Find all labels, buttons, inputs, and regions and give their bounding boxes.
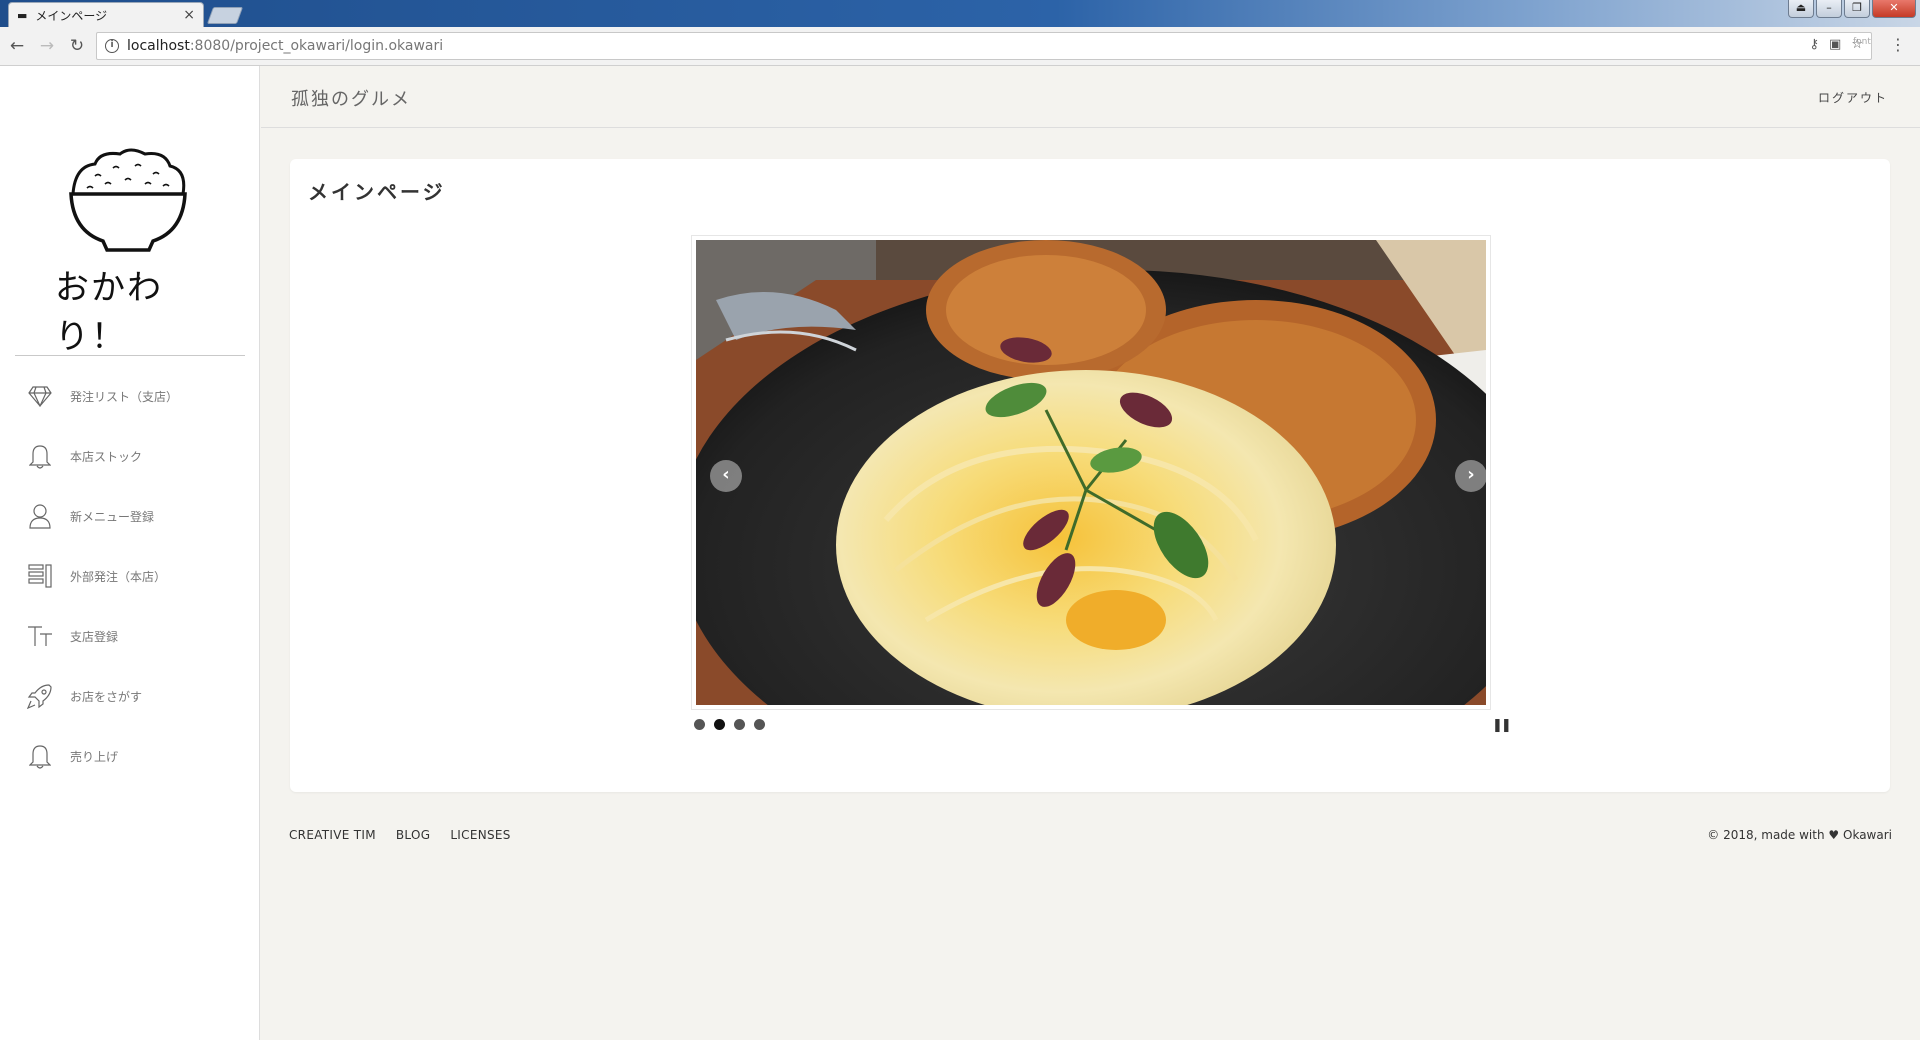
browser-titlebar: ▬ メインページ × ⏏ – ❐ ✕ xyxy=(0,0,1920,27)
rice-bowl-icon xyxy=(69,148,187,252)
page-title: メインページ xyxy=(308,180,446,204)
copyright-suffix: Okawari xyxy=(1843,828,1892,842)
sidebar-divider xyxy=(15,355,245,356)
navbar-brand[interactable]: 孤独のグルメ xyxy=(291,85,411,111)
bell-icon xyxy=(26,442,54,470)
copyright: © 2018, made with ♥ Okawari xyxy=(1707,828,1892,842)
sidebar-item-new-menu[interactable]: 新メニュー登録 xyxy=(0,486,260,546)
browser-toolbar: ← → ↻ i localhost:8080/project_okawari/l… xyxy=(0,27,1920,66)
translate-icon[interactable]: ▣ xyxy=(1829,37,1841,52)
tab-title: メインページ xyxy=(35,8,108,23)
list-icon xyxy=(26,562,54,590)
key-icon[interactable]: ⚷ xyxy=(1810,37,1820,52)
carousel-indicator[interactable] xyxy=(694,719,705,730)
footer-link-licenses[interactable]: LICENSES xyxy=(450,828,510,842)
copyright-prefix: © 2018, made with xyxy=(1707,828,1825,842)
close-window-button[interactable]: ✕ xyxy=(1872,0,1916,18)
rocket-icon xyxy=(26,682,54,710)
sidebar-item-order-list[interactable]: 発注リスト（支店） xyxy=(0,366,260,426)
info-icon[interactable]: i xyxy=(105,39,119,53)
main-card: メインページ ‹ › ❚❚ xyxy=(290,159,1890,792)
logo-text: おかわり！ xyxy=(55,268,163,357)
footer: CREATIVE TIM BLOG LICENSES © 2018, made … xyxy=(289,828,1892,848)
sidebar-nav: 発注リスト（支店） 本店ストック 新メニュー登録 外部発注（本店） 支店登録 お… xyxy=(0,366,260,786)
app-logo[interactable]: おかわり！ xyxy=(55,146,215,358)
back-button[interactable]: ← xyxy=(4,33,30,59)
carousel-slide-image: ‹ › xyxy=(696,240,1486,705)
sidebar-item-label: 本店ストック xyxy=(70,449,143,464)
mustache-favicon-icon: ▬ xyxy=(17,8,28,22)
sidebar-item-find-store[interactable]: お店をさがす xyxy=(0,666,260,726)
sidebar-item-main-stock[interactable]: 本店ストック xyxy=(0,426,260,486)
carousel-indicator[interactable] xyxy=(754,719,765,730)
forward-button[interactable]: → xyxy=(34,33,60,59)
user-icon[interactable]: ⏏ xyxy=(1788,0,1814,18)
carousel-indicators xyxy=(694,719,765,730)
sidebar: おかわり！ 発注リスト（支店） 本店ストック 新メニュー登録 外部発注（本店） xyxy=(0,66,260,1040)
sidebar-item-external-order[interactable]: 外部発注（本店） xyxy=(0,546,260,606)
carousel-indicator-active[interactable] xyxy=(714,719,725,730)
url-host: localhost xyxy=(127,38,190,54)
tab-close-button[interactable]: × xyxy=(183,7,195,23)
minimize-button[interactable]: – xyxy=(1816,0,1842,18)
sidebar-item-sales[interactable]: 売り上げ xyxy=(0,726,260,786)
heart-icon: ♥ xyxy=(1828,828,1840,842)
logout-link[interactable]: ログアウト xyxy=(1818,89,1888,106)
bell-icon xyxy=(26,742,54,770)
new-tab-button[interactable] xyxy=(206,7,244,24)
top-navbar: 孤独のグルメ ログアウト xyxy=(261,66,1920,128)
sidebar-item-label: お店をさがす xyxy=(70,689,143,704)
main-panel: 孤独のグルメ ログアウト メインページ ‹ › ❚❚ CREATIVE TIM … xyxy=(261,66,1920,1040)
sidebar-item-label: 支店登録 xyxy=(70,629,119,644)
omurice-katsu-photo xyxy=(696,240,1486,705)
carousel-indicator[interactable] xyxy=(734,719,745,730)
address-bar[interactable]: i localhost:8080/project_okawari/login.o… xyxy=(96,32,1872,60)
carousel-next-button[interactable]: › xyxy=(1455,460,1486,492)
reload-button[interactable]: ↻ xyxy=(64,33,90,59)
font-extension-icon[interactable]: font xyxy=(1853,37,1871,47)
browser-menu-icon[interactable]: ⋮ xyxy=(1890,35,1906,54)
sidebar-item-label: 発注リスト（支店） xyxy=(70,389,179,404)
diamond-icon xyxy=(26,382,54,410)
sidebar-item-label: 売り上げ xyxy=(70,749,119,764)
browser-tab[interactable]: ▬ メインページ × xyxy=(8,2,204,27)
restore-button[interactable]: ❐ xyxy=(1844,0,1870,18)
footer-link-blog[interactable]: BLOG xyxy=(396,828,430,842)
window-controls: ⏏ – ❐ ✕ xyxy=(1788,0,1916,18)
footer-links: CREATIVE TIM BLOG LICENSES xyxy=(289,828,1892,842)
carousel-pause-button[interactable]: ❚❚ xyxy=(1492,718,1512,733)
sidebar-item-label: 外部発注（本店） xyxy=(70,569,167,584)
image-carousel: ‹ › xyxy=(691,235,1491,710)
footer-link-creative-tim[interactable]: CREATIVE TIM xyxy=(289,828,376,842)
sidebar-item-branch-register[interactable]: 支店登録 xyxy=(0,606,260,666)
user-icon xyxy=(26,502,54,530)
carousel-prev-button[interactable]: ‹ xyxy=(710,460,742,492)
url-path: :8080/project_okawari/login.okawari xyxy=(189,38,444,54)
text-icon xyxy=(26,622,54,650)
sidebar-item-label: 新メニュー登録 xyxy=(70,509,155,524)
